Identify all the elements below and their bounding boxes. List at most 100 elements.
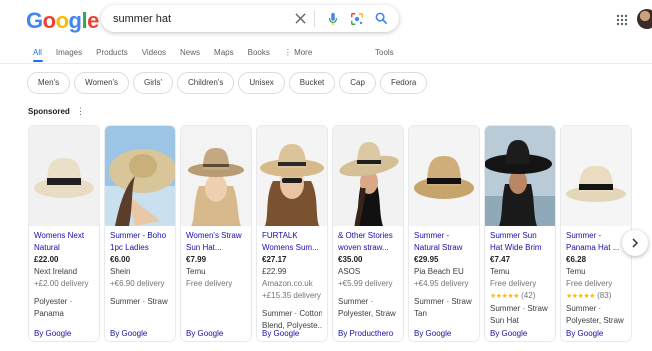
- product-source-link[interactable]: By Google: [34, 329, 71, 338]
- product-title[interactable]: Summer Sun Hat Wide Brim Soli...: [490, 230, 550, 254]
- search-box[interactable]: summer hat: [101, 5, 399, 32]
- product-title[interactable]: Summer - Boho 1pc Ladies Bea...: [110, 230, 170, 254]
- sponsored-label: Sponsored: [28, 107, 70, 116]
- product-source-link[interactable]: By Google: [566, 329, 603, 338]
- tab-videos[interactable]: Videos: [142, 48, 166, 62]
- product-card[interactable]: & Other Stories woven straw... €35.00 AS…: [332, 125, 404, 342]
- review-count: (83): [597, 291, 612, 300]
- product-attribute: Sun Hat: [490, 316, 519, 325]
- product-shipping: Free delivery: [566, 279, 613, 288]
- logo-letter: e: [87, 8, 99, 33]
- product-store: ASOS: [338, 267, 361, 276]
- search-divider: [314, 10, 315, 27]
- product-attribute: Summer ·: [566, 304, 602, 313]
- avatar[interactable]: [637, 9, 652, 29]
- product-title[interactable]: Womens Next Natural Panam...: [34, 230, 94, 254]
- active-tab-indicator: [33, 60, 43, 62]
- product-shipping: +€6.90 delivery: [110, 279, 165, 288]
- product-image[interactable]: [409, 126, 479, 226]
- tab-maps[interactable]: Maps: [214, 48, 234, 62]
- product-attribute: Summer · Straw: [110, 297, 168, 306]
- tab-news[interactable]: News: [180, 48, 200, 62]
- product-source-link[interactable]: By Producthero: [338, 329, 393, 338]
- product-source-link[interactable]: By Google: [414, 329, 451, 338]
- product-image[interactable]: [105, 126, 175, 226]
- google-logo[interactable]: Google: [26, 8, 99, 34]
- product-title[interactable]: Summer - Natural Straw Fedora ...: [414, 230, 474, 254]
- chip-womens[interactable]: Women's: [74, 72, 130, 94]
- chip-bucket[interactable]: Bucket: [288, 72, 336, 94]
- product-card[interactable]: Summer - Natural Straw Fedora ... €29.95…: [408, 125, 480, 342]
- product-image[interactable]: [485, 126, 555, 226]
- product-shipping: +£2.00 delivery: [34, 279, 89, 288]
- product-source-link[interactable]: By Google: [262, 329, 299, 338]
- product-price: €7.99: [186, 255, 207, 264]
- product-source-link[interactable]: By Google: [110, 329, 147, 338]
- product-image[interactable]: [257, 126, 327, 226]
- chip-fedora[interactable]: Fedora: [379, 72, 428, 94]
- carousel-next-button[interactable]: [622, 230, 648, 256]
- product-card[interactable]: Summer - Boho 1pc Ladies Bea... €6.00 Sh…: [104, 125, 176, 342]
- chip-mens[interactable]: Men's: [27, 72, 71, 94]
- microphone-icon[interactable]: [323, 9, 343, 29]
- product-card[interactable]: Summer - Panama Hat ... €6.28 Temu Free …: [560, 125, 632, 342]
- tab-books[interactable]: Books: [248, 48, 270, 62]
- product-image[interactable]: [561, 126, 631, 226]
- product-source-link[interactable]: By Google: [186, 329, 223, 338]
- product-card[interactable]: FURTALK Womens Sum... €27.17 £22.99 Amaz…: [256, 125, 328, 342]
- product-price: €35.00: [338, 255, 363, 264]
- chip-cap[interactable]: Cap: [339, 72, 376, 94]
- product-price: €6.00: [110, 255, 131, 264]
- chevron-right-icon: [632, 238, 639, 248]
- product-attribute: Polyester ·: [34, 297, 73, 306]
- product-attribute: Summer · Straw ·: [490, 304, 550, 313]
- product-attribute: Summer · Cotton: [262, 309, 322, 318]
- search-tabs: All Images Products Videos News Maps Boo…: [33, 48, 326, 62]
- review-count: (42): [521, 291, 536, 300]
- tabs-divider: [0, 63, 652, 64]
- search-input[interactable]: summer hat: [113, 13, 286, 25]
- apps-grid-icon[interactable]: [616, 13, 628, 26]
- product-card[interactable]: Summer Sun Hat Wide Brim Soli... €7.47 T…: [484, 125, 556, 342]
- product-store: £22.99: [262, 267, 287, 276]
- chip-childrens[interactable]: Children's: [177, 72, 235, 94]
- product-price: €29.95: [414, 255, 439, 264]
- product-delivery: +£15.35 delivery: [262, 291, 321, 300]
- chip-girls[interactable]: Girls': [133, 72, 174, 94]
- product-attribute: Tan: [414, 309, 427, 318]
- filter-chips: Men's Women's Girls' Children's Unisex B…: [27, 72, 431, 94]
- product-card[interactable]: Womens Next Natural Panam... £22.00 Next…: [28, 125, 100, 342]
- tools-button[interactable]: Tools: [375, 48, 394, 57]
- camera-lens-icon[interactable]: [347, 9, 367, 29]
- product-attribute: Summer ·: [338, 297, 374, 306]
- product-card[interactable]: Women's Straw Sun Hat... €7.99 Temu Free…: [180, 125, 252, 342]
- product-image[interactable]: [181, 126, 251, 226]
- tab-products[interactable]: Products: [96, 48, 128, 62]
- product-title[interactable]: FURTALK Womens Sum...: [262, 230, 322, 254]
- product-rating: ★★★★★ (83): [566, 290, 626, 303]
- logo-letter: g: [68, 8, 82, 33]
- close-icon[interactable]: [290, 9, 310, 29]
- product-shipping: Free delivery: [186, 279, 233, 288]
- product-rating: ★★★★★ (42): [490, 290, 550, 303]
- rating-stars-icon: ★★★★★: [566, 293, 595, 300]
- product-store: Next Ireland: [34, 267, 78, 276]
- product-shipping: Amazon.co.uk: [262, 279, 313, 288]
- product-image[interactable]: [29, 126, 99, 226]
- chip-unisex[interactable]: Unisex: [238, 72, 285, 94]
- product-title[interactable]: & Other Stories woven straw...: [338, 230, 398, 254]
- product-store: Temu: [566, 267, 586, 276]
- product-source-link[interactable]: By Google: [490, 329, 527, 338]
- product-title[interactable]: Summer - Panama Hat ...: [566, 230, 626, 254]
- rating-stars-icon: ★★★★★: [490, 293, 519, 300]
- product-attribute: Polyester, Straw: [566, 316, 624, 325]
- product-store: Temu: [490, 267, 510, 276]
- product-carousel: Womens Next Natural Panam... £22.00 Next…: [28, 125, 636, 342]
- product-image[interactable]: [333, 126, 403, 226]
- tab-images[interactable]: Images: [56, 48, 82, 62]
- tab-more[interactable]: ⋮ More: [284, 48, 312, 62]
- product-title[interactable]: Women's Straw Sun Hat...: [186, 230, 246, 254]
- sponsored-menu-icon[interactable]: ⋮: [76, 106, 85, 117]
- product-attribute: Panama: [34, 309, 64, 318]
- search-icon[interactable]: [371, 9, 391, 29]
